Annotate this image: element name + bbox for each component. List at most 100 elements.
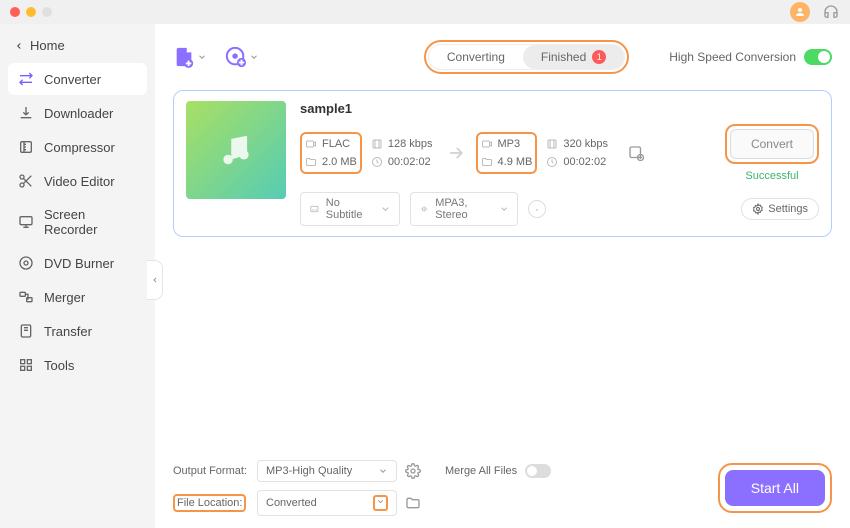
nav-label: Tools [44, 358, 74, 373]
source-size: 2.0 MB [322, 156, 357, 168]
target-format: MP3 [498, 138, 521, 150]
file-settings-button[interactable]: Settings [741, 198, 819, 220]
file-location-value: Converted [266, 497, 317, 509]
tab-converting[interactable]: Converting [429, 45, 523, 69]
chevron-down-icon [380, 203, 391, 215]
file-location-select[interactable]: Converted [257, 490, 397, 516]
add-disc-icon [225, 46, 247, 68]
folder-icon [481, 156, 493, 168]
output-format-label: Output Format: [173, 465, 249, 477]
file-location-label: File Location: [173, 494, 246, 512]
support-icon[interactable] [822, 3, 840, 21]
subtitle-select[interactable]: No Subtitle [300, 192, 400, 226]
film-icon [546, 138, 558, 150]
sidebar-item-downloader[interactable]: Downloader [8, 97, 147, 129]
conversion-status: Successful [745, 170, 798, 182]
close-window-button[interactable] [10, 7, 20, 17]
source-format-box: FLAC 2.0 MB [300, 132, 362, 174]
titlebar [0, 0, 850, 24]
nav-label: Video Editor [44, 174, 115, 189]
sidebar-item-video-editor[interactable]: Video Editor [8, 165, 147, 197]
tab-finished[interactable]: Finished 1 [523, 45, 624, 69]
minimize-window-button[interactable] [26, 7, 36, 17]
nav-label: Screen Recorder [44, 207, 137, 237]
audio-icon [419, 203, 429, 215]
film-icon [371, 138, 383, 150]
sidebar-item-transfer[interactable]: Transfer [8, 315, 147, 347]
settings-label: Settings [768, 203, 808, 215]
merge-toggle[interactable] [525, 464, 551, 478]
output-format-value: MP3-High Quality [266, 465, 352, 477]
high-speed-label: High Speed Conversion [669, 50, 796, 64]
sidebar-item-screen-recorder[interactable]: Screen Recorder [8, 199, 147, 245]
merge-label: Merge All Files [445, 465, 517, 477]
subtitle-value: No Subtitle [326, 197, 374, 221]
high-speed-toggle[interactable] [804, 49, 832, 65]
scissors-icon [18, 173, 34, 189]
chevron-down-icon [376, 497, 385, 506]
video-icon [481, 138, 493, 150]
home-nav[interactable]: Home [8, 32, 147, 63]
tab-label: Converting [447, 50, 505, 64]
nav-label: DVD Burner [44, 256, 114, 271]
source-bitrate: 128 kbps [388, 138, 433, 150]
sidebar-item-converter[interactable]: Converter [8, 63, 147, 95]
add-file-icon [173, 46, 195, 68]
arrow-right-icon [446, 143, 466, 163]
chevron-down-icon [249, 52, 259, 62]
music-icon [217, 131, 255, 169]
user-icon [794, 6, 806, 18]
folder-icon [305, 156, 317, 168]
output-format-select[interactable]: MP3-High Quality [257, 460, 397, 482]
source-format: FLAC [322, 138, 350, 150]
transfer-icon [18, 323, 34, 339]
clock-icon [371, 156, 383, 168]
target-size: 4.9 MB [498, 156, 533, 168]
target-duration: 00:02:02 [563, 156, 606, 168]
file-location-label-wrap: File Location: [173, 494, 249, 512]
start-all-button[interactable]: Start All [725, 470, 825, 506]
toolbar: Converting Finished 1 High Speed Convers… [173, 36, 832, 78]
sidebar-item-tools[interactable]: Tools [8, 349, 147, 381]
nav-label: Transfer [44, 324, 92, 339]
maximize-window-button[interactable] [42, 7, 52, 17]
target-format-box: MP3 4.9 MB [476, 132, 538, 174]
window-controls [10, 7, 52, 17]
gear-icon [752, 203, 764, 215]
high-speed-row: High Speed Conversion [669, 49, 832, 65]
nav-label: Downloader [44, 106, 113, 121]
start-button-highlight: Start All [718, 463, 832, 513]
video-icon [305, 138, 317, 150]
user-avatar[interactable] [790, 2, 810, 22]
chevron-left-icon [14, 41, 24, 51]
format-settings-icon[interactable] [627, 144, 645, 162]
add-file-button[interactable] [173, 46, 207, 68]
location-chevron-highlight [373, 495, 388, 511]
clock-icon [546, 156, 558, 168]
audio-value: MPA3, Stereo [435, 197, 493, 221]
file-info-button[interactable] [528, 200, 546, 218]
info-icon [532, 204, 542, 214]
nav-label: Compressor [44, 140, 115, 155]
tabs-highlight: Converting Finished 1 [424, 40, 629, 74]
output-settings-icon[interactable] [405, 463, 421, 479]
screen-icon [18, 214, 34, 230]
convert-button-highlight: Convert [725, 124, 819, 164]
finished-count-badge: 1 [592, 50, 606, 64]
home-label: Home [30, 38, 65, 53]
sidebar-item-dvd-burner[interactable]: DVD Burner [8, 247, 147, 279]
sidebar-item-compressor[interactable]: Compressor [8, 131, 147, 163]
convert-button[interactable]: Convert [730, 129, 814, 159]
nav-label: Converter [44, 72, 101, 87]
chevron-down-icon [499, 203, 509, 215]
add-folder-button[interactable] [225, 46, 259, 68]
status-tabs: Converting Finished 1 [428, 44, 625, 70]
sidebar-item-merger[interactable]: Merger [8, 281, 147, 313]
file-title: sample1 [300, 101, 819, 116]
content-area: Converting Finished 1 High Speed Convers… [155, 24, 850, 528]
audio-select[interactable]: MPA3, Stereo [410, 192, 518, 226]
merger-icon [18, 289, 34, 305]
nav-label: Merger [44, 290, 85, 305]
converter-icon [18, 71, 34, 87]
open-folder-icon[interactable] [405, 495, 421, 511]
